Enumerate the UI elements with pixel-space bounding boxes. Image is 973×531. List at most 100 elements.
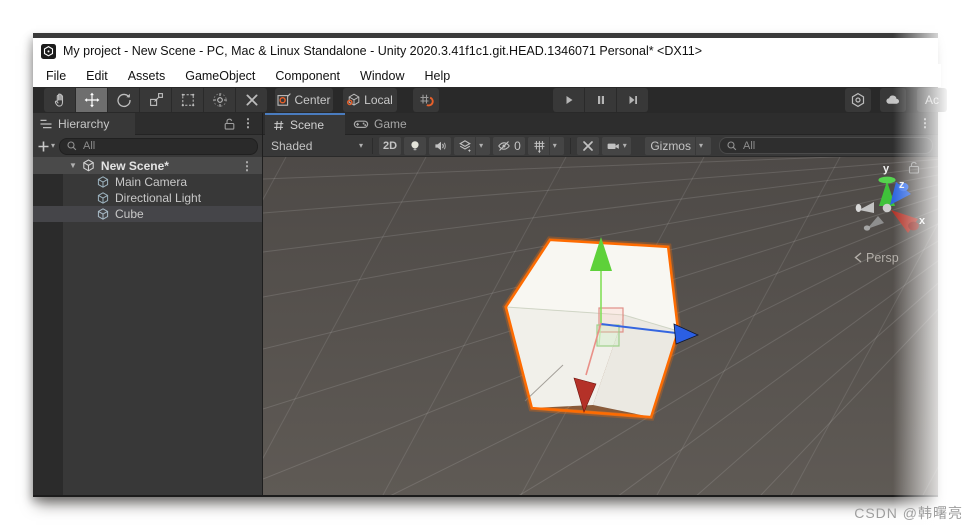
draw-mode-label: Shaded — [271, 138, 313, 153]
foldout-triangle-icon[interactable]: ▼ — [69, 161, 77, 170]
create-object-button[interactable]: ▾ — [37, 140, 55, 153]
search-icon — [67, 141, 77, 151]
y-axis-label: y — [883, 163, 890, 175]
cloud-icon — [886, 95, 900, 104]
effects-dropdown-button[interactable]: ▾ — [454, 136, 491, 155]
hidden-objects-button[interactable]: 0 — [493, 136, 525, 155]
unity-editor-window: My project - New Scene - PC, Mac & Linux… — [33, 33, 947, 497]
play-button[interactable] — [553, 88, 585, 112]
tab-scene[interactable]: Scene — [265, 113, 345, 135]
editor-main-area: Hierarchy ⋮ ▾ ▼ — [33, 113, 938, 495]
scale-tool-button[interactable] — [140, 88, 172, 112]
eye-hidden-icon — [498, 140, 510, 151]
step-button[interactable] — [617, 88, 648, 112]
hierarchy-search-input[interactable] — [81, 139, 251, 153]
scene-menu-kebab-icon[interactable]: ⋮ — [919, 117, 931, 129]
scene-row-kebab-icon[interactable]: ⋮ — [241, 160, 253, 172]
menu-component[interactable]: Component — [265, 69, 350, 83]
hidden-count-label: 0 — [514, 138, 521, 153]
scene-camera-dropdown-button[interactable]: ▾ — [601, 136, 631, 155]
search-icon — [727, 140, 737, 150]
z-axis-label: z — [899, 179, 905, 191]
hierarchy-panel: Hierarchy ⋮ ▾ ▼ — [33, 113, 262, 495]
scene-tab-label: Scene — [290, 118, 325, 132]
tab-hierarchy[interactable]: Hierarchy — [33, 113, 135, 135]
chevron-down-icon: ▾ — [358, 140, 363, 150]
scene-root-row[interactable]: ▼ New Scene* ⋮ — [33, 157, 262, 174]
effects-layers-icon — [459, 139, 472, 152]
scene-search-input[interactable] — [741, 138, 926, 153]
toggle-2d-button[interactable]: 2D — [379, 136, 402, 155]
window-title: My project - New Scene - PC, Mac & Linux… — [63, 44, 703, 58]
scene-audio-button[interactable] — [429, 136, 452, 155]
menu-window[interactable]: Window — [350, 69, 414, 83]
transform-tool-button[interactable] — [204, 88, 236, 112]
hand-tool-button[interactable] — [44, 88, 76, 112]
orientation-mode-button[interactable]: Local — [343, 88, 397, 112]
gizmo-center-handle[interactable] — [882, 203, 892, 213]
gamepad-icon — [353, 120, 369, 128]
account-button[interactable]: Ac — [917, 88, 947, 112]
divider — [372, 137, 373, 154]
pivot-mode-button[interactable]: Center — [275, 88, 333, 112]
chevron-down-icon: ▾ — [622, 140, 627, 150]
menu-bar: File Edit Assets GameObject Component Wi… — [33, 64, 941, 87]
menu-gameobject[interactable]: GameObject — [175, 69, 265, 83]
menu-edit[interactable]: Edit — [76, 69, 118, 83]
play-icon — [566, 96, 572, 104]
title-bar: My project - New Scene - PC, Mac & Linux… — [33, 38, 938, 64]
light-bulb-icon — [411, 140, 419, 150]
hierarchy-search-field[interactable] — [59, 137, 258, 155]
draw-mode-dropdown[interactable]: Shaded ▾ — [268, 139, 366, 153]
chevron-down-icon[interactable]: ▾ — [475, 136, 486, 155]
hierarchy-menu-kebab-icon[interactable]: ⋮ — [242, 117, 254, 129]
gizmos-label: Gizmos — [650, 138, 691, 153]
grid-visibility-button[interactable]: ▾ — [527, 136, 564, 155]
custom-tool-button[interactable] — [236, 88, 267, 112]
hierarchy-tree: ▼ New Scene* ⋮ Main Camera Directional L… — [33, 157, 262, 495]
grid-snap-button[interactable] — [413, 88, 439, 112]
step-icon — [629, 96, 637, 104]
plastic-scm-button[interactable] — [845, 88, 871, 112]
scene-viewport[interactable]: y z x Persp — [263, 157, 938, 495]
plus-icon — [38, 141, 49, 151]
hand-icon — [54, 93, 63, 107]
gameobject-cube-icon — [97, 208, 109, 220]
hierarchy-item-directional-light[interactable]: Directional Light — [33, 190, 262, 206]
cloud-button[interactable] — [880, 88, 906, 112]
transform-tools-group — [44, 88, 267, 112]
gameobject-cube-icon — [97, 176, 109, 188]
hierarchy-item-main-camera[interactable]: Main Camera — [33, 174, 262, 190]
main-toolbar: Center Local Ac — [33, 87, 947, 113]
gizmos-dropdown-button[interactable]: Gizmos ▾ — [645, 136, 711, 155]
gameobject-cube-icon — [97, 192, 109, 204]
rotate-icon — [116, 93, 131, 108]
grid-axes-icon — [534, 140, 545, 153]
pause-button[interactable] — [585, 88, 617, 112]
chevron-down-icon[interactable]: ▾ — [548, 136, 560, 155]
chevron-down-icon[interactable]: ▾ — [694, 136, 706, 155]
rotate-tool-button[interactable] — [108, 88, 140, 112]
item-label: Cube — [115, 207, 144, 221]
scene-tabbar: Scene Game ⋮ — [263, 113, 938, 135]
menu-file[interactable]: File — [36, 69, 76, 83]
rect-tool-button[interactable] — [172, 88, 204, 112]
scene-tools-button[interactable] — [576, 136, 599, 155]
rect-transform-icon — [181, 93, 194, 107]
scene-grid-icon — [274, 120, 284, 130]
game-tab-label: Game — [374, 117, 407, 131]
move-icon — [84, 92, 99, 108]
chevron-down-icon: ▾ — [51, 141, 56, 150]
hierarchy-item-cube-selected[interactable]: Cube — [33, 206, 262, 222]
tab-game[interactable]: Game — [347, 113, 425, 135]
menu-help[interactable]: Help — [414, 69, 460, 83]
move-tool-button[interactable] — [76, 88, 108, 112]
grid-snap-magnet-icon — [420, 94, 434, 107]
hierarchy-toolbar: ▾ — [33, 135, 262, 157]
hierarchy-tabbar: Hierarchy ⋮ — [33, 113, 262, 135]
scene-search-field[interactable] — [719, 137, 933, 154]
menu-assets[interactable]: Assets — [118, 69, 176, 83]
scene-lighting-button[interactable] — [404, 136, 427, 155]
lock-icon[interactable] — [222, 117, 236, 131]
item-label: Main Camera — [115, 175, 188, 189]
